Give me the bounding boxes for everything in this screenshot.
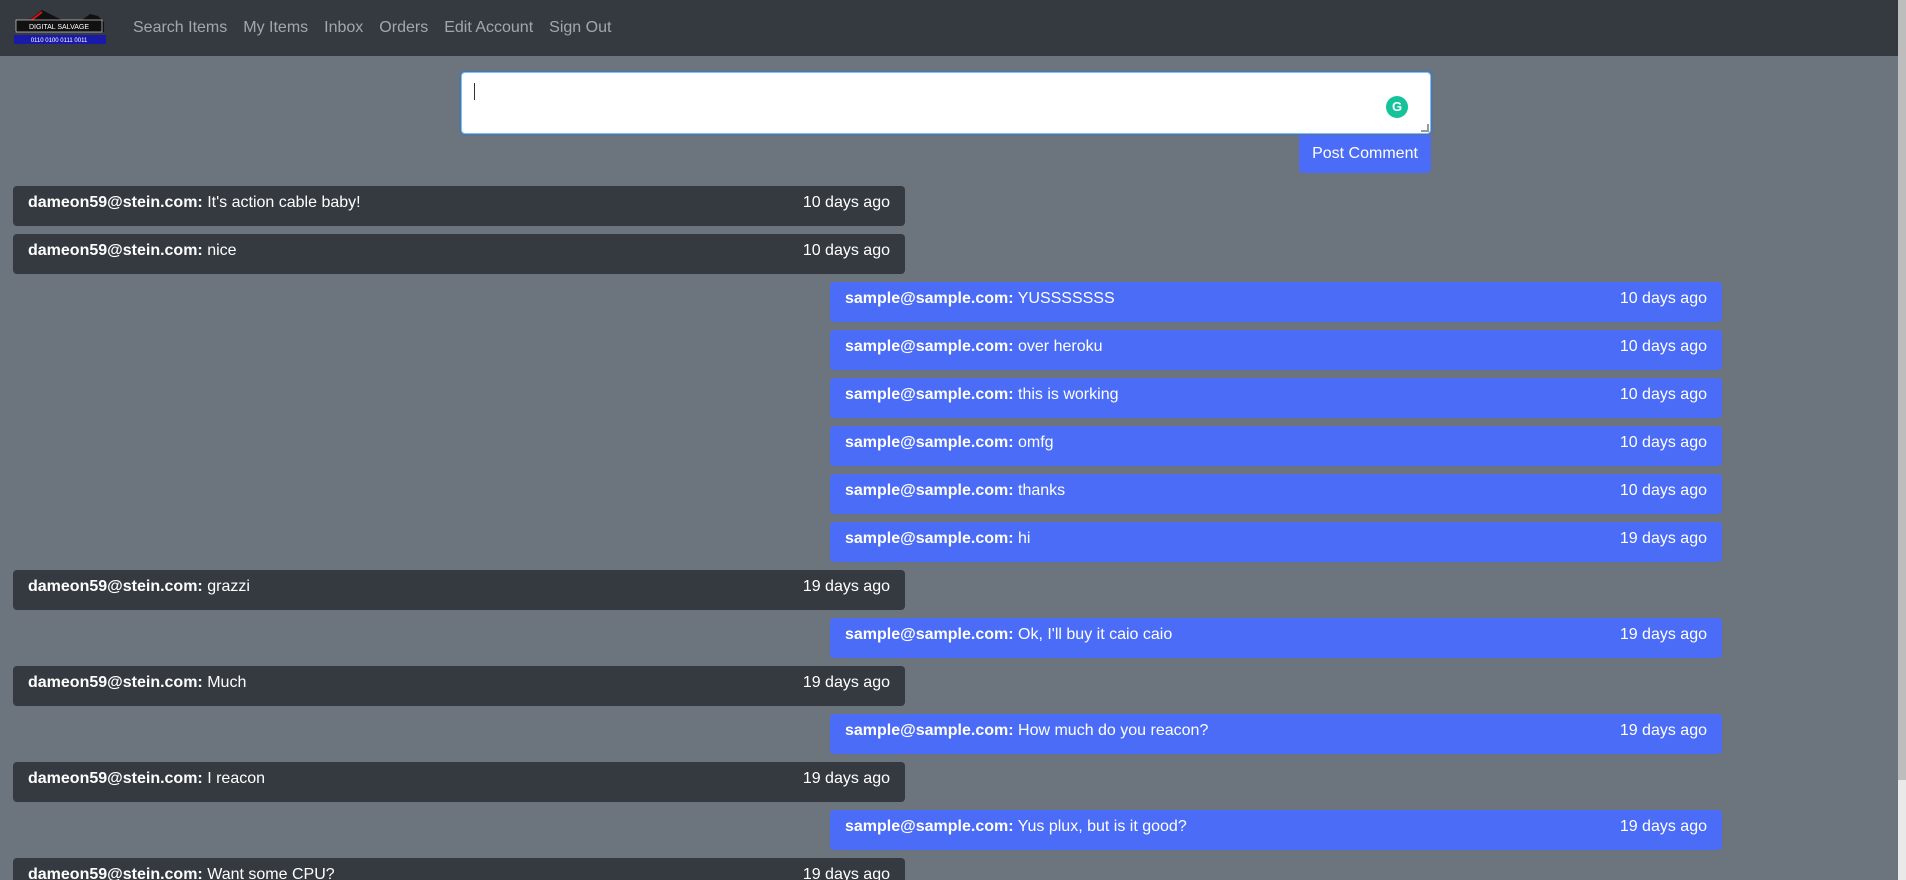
page: DIGITAL SALVAGE 0110 0100 0111 0011 Sear…	[0, 0, 1906, 880]
message-text: this is working	[1013, 386, 1119, 403]
message-text: Want some CPU?	[202, 866, 335, 880]
message-time: 19 days ago	[1619, 530, 1707, 547]
message-time: 10 days ago	[1619, 290, 1707, 307]
message-text: hi	[1013, 530, 1031, 547]
comment-input[interactable]	[461, 72, 1431, 134]
nav-search-items[interactable]: Search Items	[133, 19, 227, 37]
message-item: sample@sample.com: this is working 10 da…	[830, 378, 1722, 418]
text-caret	[474, 83, 475, 100]
message-time: 19 days ago	[1619, 626, 1707, 643]
message-author: sample@sample.com:	[845, 626, 1014, 643]
message-item: sample@sample.com: Yus plux, but is it g…	[830, 810, 1722, 850]
message-item: dameon59@stein.com: It's action cable ba…	[13, 186, 905, 226]
message-text: nice	[202, 242, 237, 259]
message-item: dameon59@stein.com: Want some CPU? 19 da…	[13, 858, 905, 880]
navbar: DIGITAL SALVAGE 0110 0100 0111 0011 Sear…	[0, 0, 1898, 56]
message-author: sample@sample.com:	[845, 818, 1014, 835]
message-item: sample@sample.com: YUSSSSSSS 10 days ago	[830, 282, 1722, 322]
resize-handle[interactable]	[1421, 124, 1429, 132]
message-item: dameon59@stein.com: grazzi 19 days ago	[13, 570, 905, 610]
message-item: sample@sample.com: over heroku 10 days a…	[830, 330, 1722, 370]
message-author: sample@sample.com:	[845, 434, 1014, 451]
message-author: sample@sample.com:	[845, 482, 1014, 499]
message-text: thanks	[1013, 482, 1066, 499]
nav-edit-account[interactable]: Edit Account	[444, 19, 533, 37]
message-text: I reacon	[202, 770, 266, 787]
nav-inbox[interactable]: Inbox	[324, 19, 363, 37]
message-time: 19 days ago	[802, 674, 890, 691]
message-item: sample@sample.com: hi 19 days ago	[830, 522, 1722, 562]
site-logo[interactable]: DIGITAL SALVAGE 0110 0100 0111 0011	[12, 6, 108, 46]
logo-title: DIGITAL SALVAGE	[29, 24, 89, 31]
message-item: sample@sample.com: omfg 10 days ago	[830, 426, 1722, 466]
message-text: How much do you reacon?	[1013, 722, 1209, 739]
message-author: dameon59@stein.com:	[28, 578, 203, 595]
scrollbar-thumb[interactable]	[1898, 0, 1906, 780]
message-text: Much	[202, 674, 247, 691]
scrollbar[interactable]	[1898, 0, 1906, 880]
message-author: dameon59@stein.com:	[28, 770, 203, 787]
message-author: dameon59@stein.com:	[28, 194, 203, 211]
message-time: 10 days ago	[1619, 338, 1707, 355]
grammarly-icon[interactable]: G	[1386, 96, 1408, 118]
message-time: 19 days ago	[802, 578, 890, 595]
message-text: YUSSSSSSS	[1013, 290, 1115, 307]
message-item: sample@sample.com: thanks 10 days ago	[830, 474, 1722, 514]
message-text: Ok, I'll buy it caio caio	[1013, 626, 1173, 643]
message-author: sample@sample.com:	[845, 386, 1014, 403]
message-time: 10 days ago	[1619, 434, 1707, 451]
nav-sign-out[interactable]: Sign Out	[549, 19, 611, 37]
nav-my-items[interactable]: My Items	[243, 19, 308, 37]
message-author: sample@sample.com:	[845, 530, 1014, 547]
message-time: 10 days ago	[1619, 386, 1707, 403]
message-time: 19 days ago	[802, 770, 890, 787]
post-comment-button[interactable]: Post Comment	[1299, 135, 1431, 173]
nav-orders[interactable]: Orders	[379, 19, 428, 37]
message-author: sample@sample.com:	[845, 290, 1014, 307]
message-time: 10 days ago	[802, 242, 890, 259]
message-text: over heroku	[1013, 338, 1103, 355]
message-author: sample@sample.com:	[845, 338, 1014, 355]
message-time: 19 days ago	[802, 866, 890, 880]
message-time: 10 days ago	[1619, 482, 1707, 499]
message-author: dameon59@stein.com:	[28, 242, 203, 259]
message-time: 19 days ago	[1619, 818, 1707, 835]
message-text: omfg	[1013, 434, 1054, 451]
message-text: Yus plux, but is it good?	[1013, 818, 1187, 835]
message-author: dameon59@stein.com:	[28, 674, 203, 691]
message-item: dameon59@stein.com: Much 19 days ago	[13, 666, 905, 706]
message-text: grazzi	[202, 578, 250, 595]
message-author: sample@sample.com:	[845, 722, 1014, 739]
message-item: sample@sample.com: Ok, I'll buy it caio …	[830, 618, 1722, 658]
message-item: sample@sample.com: How much do you reaco…	[830, 714, 1722, 754]
message-time: 19 days ago	[1619, 722, 1707, 739]
message-author: dameon59@stein.com:	[28, 866, 203, 880]
message-time: 10 days ago	[802, 194, 890, 211]
message-text: It's action cable baby!	[202, 194, 361, 211]
message-item: dameon59@stein.com: nice 10 days ago	[13, 234, 905, 274]
nav-links: Search Items My Items Inbox Orders Edit …	[133, 0, 627, 56]
logo-binary: 0110 0100 0111 0011	[31, 38, 88, 44]
message-item: dameon59@stein.com: I reacon 19 days ago	[13, 762, 905, 802]
